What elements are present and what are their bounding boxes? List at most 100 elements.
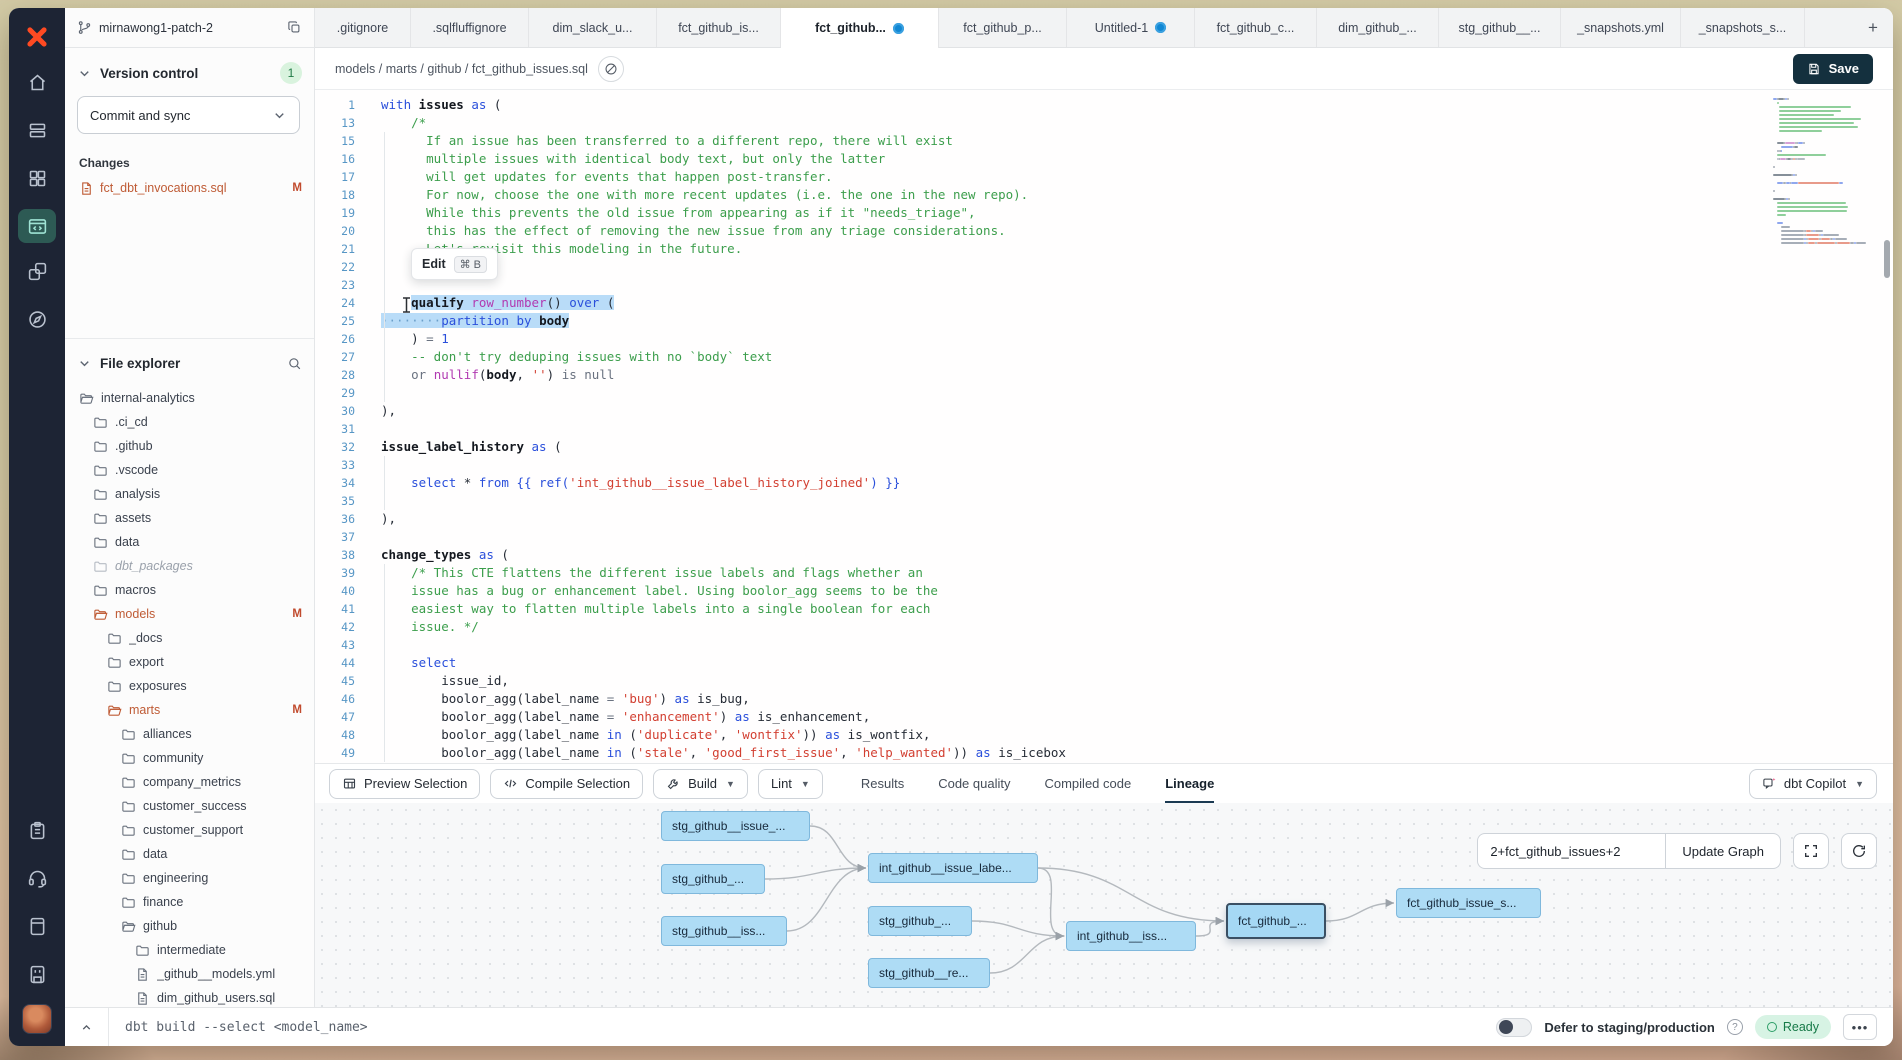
code-text[interactable]: /* This CTE flattens the different issue…: [371, 564, 923, 582]
editor-scrollbar-thumb[interactable]: [1884, 240, 1890, 278]
file-tree-item-internal-analytics[interactable]: internal-analytics: [65, 386, 314, 410]
code-editor[interactable]: 1with issues as (13 /*15 If an issue has…: [315, 90, 1893, 763]
code-text[interactable]: [371, 636, 381, 654]
file-tree-item-customer_support[interactable]: customer_support: [65, 818, 314, 842]
defer-toggle[interactable]: [1496, 1018, 1532, 1037]
code-text[interactable]: For now, choose the one with more recent…: [371, 186, 1028, 204]
code-text[interactable]: ),: [371, 510, 396, 528]
editor-tab[interactable]: fct_github_c...: [1195, 8, 1317, 47]
editor-tab[interactable]: _snapshots_s...: [1681, 8, 1805, 47]
panel-tab-code-quality[interactable]: Code quality: [938, 764, 1010, 803]
slash-circle-icon[interactable]: [598, 56, 624, 82]
code-text[interactable]: [371, 456, 381, 474]
file-tree-item-github[interactable]: github: [65, 914, 314, 938]
help-icon[interactable]: ?: [1727, 1019, 1743, 1035]
code-text[interactable]: with issues as (: [371, 96, 501, 114]
code-text[interactable]: [371, 276, 381, 294]
build-button[interactable]: Build▼: [653, 769, 748, 799]
file-tree-item-dim_github_users.sql[interactable]: dim_github_users.sql: [65, 986, 314, 1007]
file-tree-item-.vscode[interactable]: .vscode: [65, 458, 314, 482]
commit-and-sync-button[interactable]: Commit and sync: [77, 96, 300, 134]
changed-file-row[interactable]: fct_dbt_invocations.sql M: [79, 177, 302, 199]
code-text[interactable]: or nullif(body, '') is null: [371, 366, 614, 384]
code-text[interactable]: this has the effect of removing the new …: [371, 222, 1006, 240]
editor-tab[interactable]: _snapshots.yml: [1561, 8, 1681, 47]
lineage-node-int_github__iss[interactable]: int_github__iss...: [1066, 921, 1196, 951]
file-tree-item-.ci_cd[interactable]: .ci_cd: [65, 410, 314, 434]
editor-tab[interactable]: fct_github_p...: [939, 8, 1067, 47]
code-text[interactable]: ),: [371, 402, 396, 420]
expand-command-bar-button[interactable]: [65, 1008, 109, 1046]
code-text[interactable]: issue_id,: [371, 672, 509, 690]
file-tree-item-.github[interactable]: .github: [65, 434, 314, 458]
code-text[interactable]: boolor_agg(label_name = 'bug') as is_bug…: [371, 690, 750, 708]
update-graph-button[interactable]: Update Graph: [1665, 833, 1781, 869]
compile-selection-button[interactable]: Compile Selection: [490, 769, 643, 799]
lineage-node-stg_github__iss[interactable]: stg_github__iss...: [661, 916, 787, 946]
lint-button[interactable]: Lint▼: [758, 769, 823, 799]
user-avatar[interactable]: [22, 1004, 52, 1034]
home-icon[interactable]: [18, 62, 56, 102]
compare-icon[interactable]: [18, 251, 56, 291]
file-explorer-header[interactable]: File explorer: [77, 348, 302, 378]
editor-tab[interactable]: Untitled-1: [1067, 8, 1195, 47]
more-options-button[interactable]: •••: [1843, 1014, 1877, 1040]
copy-icon[interactable]: [287, 20, 302, 35]
notebook-icon[interactable]: [18, 906, 56, 946]
dbt-copilot-button[interactable]: dbt Copilot ▼: [1749, 769, 1877, 799]
code-text[interactable]: -- don't try deduping issues with no `bo…: [371, 348, 772, 366]
file-tree-item-assets[interactable]: assets: [65, 506, 314, 530]
code-text[interactable]: multiple issues with identical body text…: [371, 150, 885, 168]
editor-tab[interactable]: fct_github_is...: [657, 8, 781, 47]
compass-icon[interactable]: [18, 299, 56, 339]
editor-tab[interactable]: dim_slack_u...: [529, 8, 657, 47]
file-tree-item-_docs[interactable]: _docs: [65, 626, 314, 650]
file-tree-item-data[interactable]: data: [65, 842, 314, 866]
lineage-selector-input[interactable]: [1477, 833, 1665, 869]
code-text[interactable]: [371, 528, 381, 546]
code-text[interactable]: easiest way to flatten multiple labels i…: [371, 600, 930, 618]
save-button[interactable]: Save: [1793, 54, 1873, 84]
grid-icon[interactable]: [18, 158, 56, 198]
code-text[interactable]: /*: [371, 114, 426, 132]
file-tree-item-alliances[interactable]: alliances: [65, 722, 314, 746]
dbt-logo-icon[interactable]: [20, 20, 54, 54]
version-control-header[interactable]: Version control 1: [77, 60, 302, 86]
command-input[interactable]: dbt build --select <model_name>: [125, 1020, 368, 1035]
code-text[interactable]: issue. */: [371, 618, 479, 636]
editor-tab[interactable]: stg_github__...: [1439, 8, 1561, 47]
code-text[interactable]: ) = 1: [371, 330, 449, 348]
code-editor-icon[interactable]: [18, 209, 56, 243]
file-tree-item-marts[interactable]: martsM: [65, 698, 314, 722]
code-text[interactable]: will get updates for events that happen …: [371, 168, 833, 186]
panel-tab-lineage[interactable]: Lineage: [1165, 764, 1214, 803]
code-text[interactable]: [371, 492, 381, 510]
code-text[interactable]: While this prevents the old issue from a…: [371, 204, 976, 222]
search-icon[interactable]: [287, 356, 302, 371]
lineage-node-stg_github__re[interactable]: stg_github__re...: [868, 958, 990, 988]
lineage-node-stg_github_[interactable]: stg_github_...: [868, 906, 972, 936]
code-text[interactable]: select * from {{ ref('int_github__issue_…: [371, 474, 900, 492]
support-icon[interactable]: [18, 858, 56, 898]
code-text[interactable]: boolor_agg(label_name in ('stale', 'good…: [371, 744, 1066, 762]
panel-tab-results[interactable]: Results: [861, 764, 904, 803]
lineage-node-stg_github__issue_[interactable]: stg_github__issue_...: [661, 811, 810, 841]
lineage-node-stg_github_[interactable]: stg_github_...: [661, 864, 765, 894]
file-tree-item-analysis[interactable]: analysis: [65, 482, 314, 506]
code-text[interactable]: boolor_agg(label_name in ('duplicate', '…: [371, 726, 930, 744]
code-text[interactable]: If an issue has been transferred to a di…: [371, 132, 953, 150]
file-tree-item-data[interactable]: data: [65, 530, 314, 554]
stack-icon[interactable]: [18, 110, 56, 150]
file-tree-item-export[interactable]: export: [65, 650, 314, 674]
code-text[interactable]: select: [371, 654, 456, 672]
file-tree-item-macros[interactable]: macros: [65, 578, 314, 602]
file-tree-item-customer_success[interactable]: customer_success: [65, 794, 314, 818]
file-tree-item-_github__models.yml[interactable]: _github__models.yml: [65, 962, 314, 986]
lineage-node-fct_github_issue_s[interactable]: fct_github_issue_s...: [1396, 888, 1541, 918]
editor-tab[interactable]: .gitignore: [315, 8, 411, 47]
panel-tab-compiled-code[interactable]: Compiled code: [1044, 764, 1131, 803]
clipboard-icon[interactable]: [18, 810, 56, 850]
new-tab-button[interactable]: +: [1853, 8, 1893, 47]
file-tree-item-finance[interactable]: finance: [65, 890, 314, 914]
code-text[interactable]: [371, 258, 381, 276]
